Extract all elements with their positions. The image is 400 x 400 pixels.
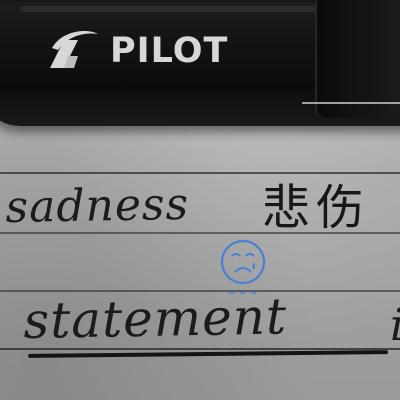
handwritten-trailing-letter: i <box>390 300 400 351</box>
handwritten-word-chinese: 悲伤 <box>262 180 371 236</box>
marker-clip <box>315 0 400 118</box>
brand-text: PILOT <box>110 31 229 71</box>
marker-pen: PILOT <box>0 0 400 126</box>
clip-edge-line <box>302 102 400 104</box>
photo-scene: sadness 悲伤 statement i PILOT <box>0 0 400 400</box>
crying-face-icon <box>220 239 266 295</box>
pilot-mark-icon <box>50 30 98 68</box>
brand-logo: PILOT <box>44 28 228 74</box>
handwritten-word-sadness: sadness <box>5 178 190 233</box>
